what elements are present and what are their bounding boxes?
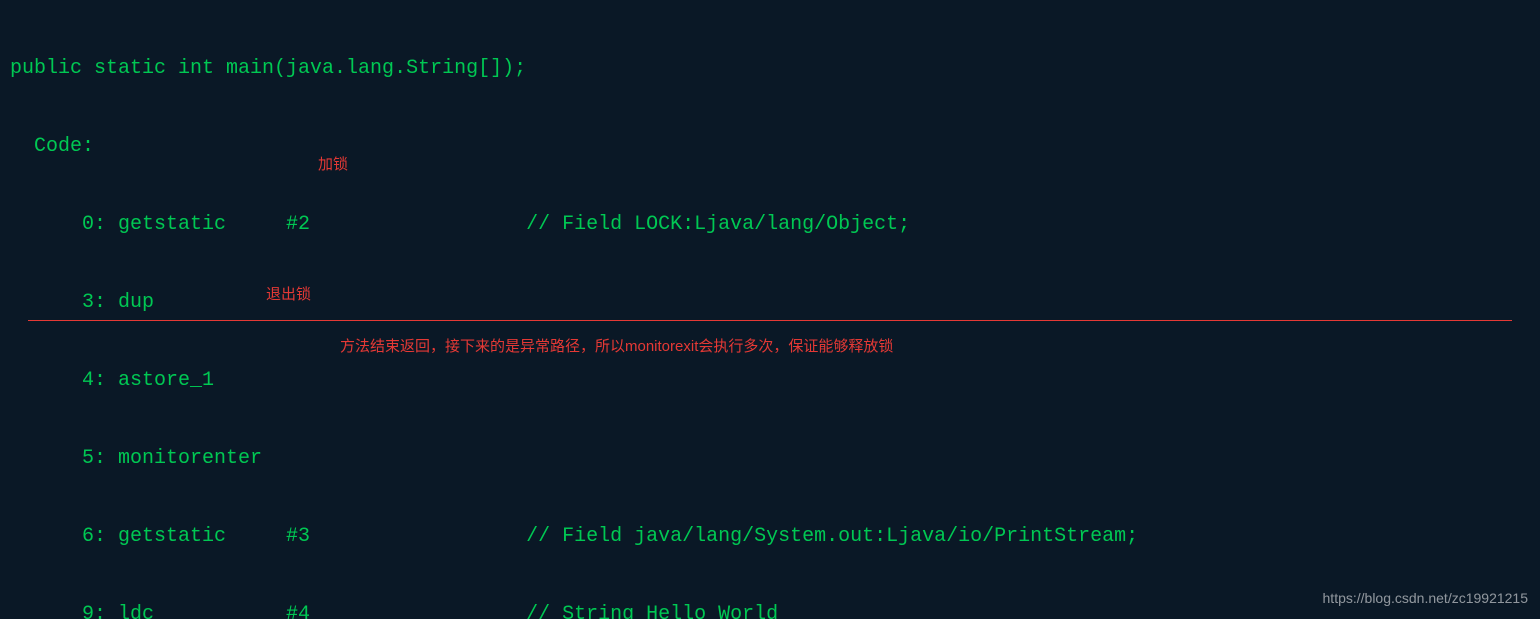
bc-line-0: 0: getstatic #2 // Field LOCK:Ljava/lang… — [10, 212, 1234, 238]
annotation-unlock: 退出锁 — [266, 282, 311, 308]
annotation-exception-path: 方法结束返回，接下来的是异常路径，所以monitorexit会执行多次，保证能够… — [340, 334, 893, 360]
bc-line-2: 4: astore_1 — [10, 368, 1234, 394]
annotation-lock: 加锁 — [318, 152, 348, 178]
watermark-text: https://blog.csdn.net/zc19921215 — [1323, 585, 1528, 611]
bc-line-1: 3: dup — [10, 290, 1234, 316]
method-signature: public static int main(java.lang.String[… — [10, 56, 1234, 82]
bc-line-3: 5: monitorenter — [10, 446, 1234, 472]
bc-line-5: 9: ldc #4 // String Hello World — [10, 602, 1234, 619]
divider-line — [28, 320, 1512, 321]
bytecode-listing: public static int main(java.lang.String[… — [10, 4, 1234, 619]
code-label: Code: — [10, 134, 1234, 160]
bc-line-4: 6: getstatic #3 // Field java/lang/Syste… — [10, 524, 1234, 550]
